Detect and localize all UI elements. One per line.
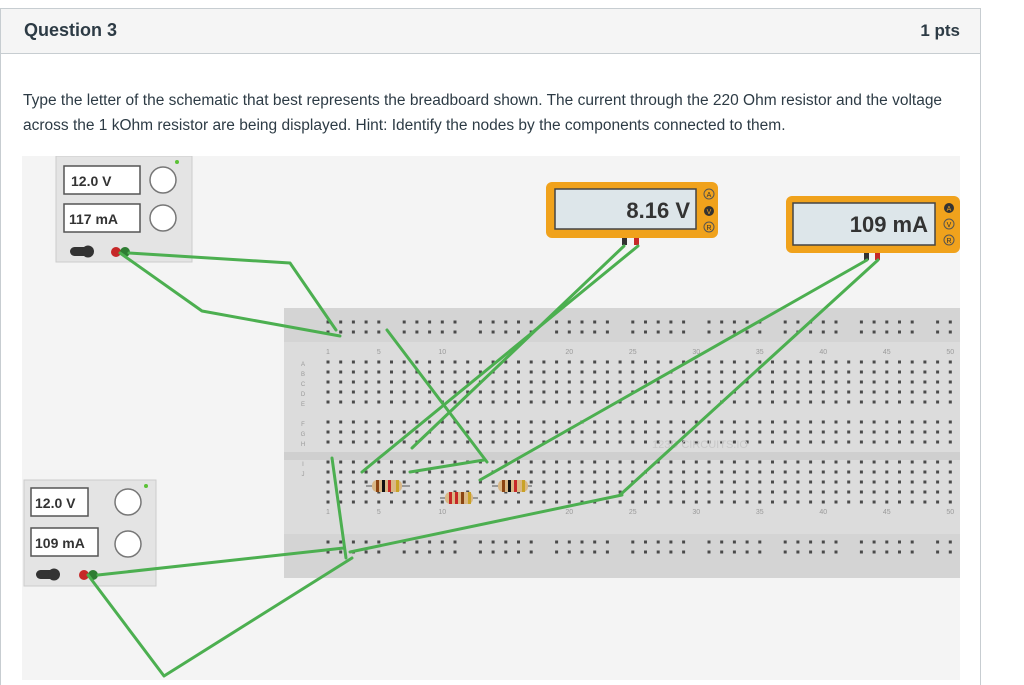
ammeter-mode-r-label: R bbox=[946, 238, 951, 245]
voltmeter-reading: 8.16 V bbox=[626, 198, 690, 223]
question-prompt: Type the letter of the schematic that be… bbox=[23, 92, 943, 134]
top-row-label: C bbox=[301, 382, 306, 388]
ps-bottom-current: 109 mA bbox=[35, 535, 85, 551]
bottom-row-label: F bbox=[301, 422, 305, 428]
bottom-col-label: 35 bbox=[756, 509, 764, 516]
power-supply-top: 12.0 V 117 mA bbox=[55, 156, 193, 263]
top-col-label: 40 bbox=[819, 349, 827, 356]
circuit-svg: 123D CIRCUITS.IO 1 5 10 20 25 30 35 40 45 50 1 5 10 2… bbox=[23, 156, 960, 678]
question-points: 1 pts bbox=[920, 21, 960, 40]
top-col-label: 1 bbox=[326, 349, 330, 356]
voltmeter-pos-probe-icon bbox=[634, 238, 639, 245]
ammeter-reading: 109 mA bbox=[850, 212, 928, 237]
ps-top-voltage: 12.0 V bbox=[71, 173, 112, 189]
breadboard-circuit-image: 123D CIRCUITS.IO 1 5 10 20 25 30 35 40 45 50 1 5 10 2… bbox=[22, 156, 960, 680]
bottom-col-label: 50 bbox=[946, 509, 954, 516]
bottom-row-label: J bbox=[302, 472, 305, 478]
ps-top-voltage-knob-icon[interactable] bbox=[149, 166, 177, 194]
top-row-label: A bbox=[301, 362, 305, 368]
breadboard-brand: 123D CIRCUITS.IO bbox=[652, 439, 748, 451]
ps-bottom-led-icon bbox=[144, 484, 148, 488]
top-col-label: 50 bbox=[946, 349, 954, 356]
top-row-label: D bbox=[301, 392, 306, 398]
top-power-rail bbox=[284, 308, 960, 342]
bottom-col-label: 40 bbox=[819, 509, 827, 516]
bottom-col-label: 1 bbox=[326, 509, 330, 516]
ps-top-current: 117 mA bbox=[69, 211, 118, 227]
voltmeter-mode-v-label: V bbox=[707, 209, 712, 216]
question-title: Question 3 bbox=[24, 20, 118, 40]
bottom-row-label: G bbox=[301, 432, 306, 438]
ps-bottom-current-knob-icon[interactable] bbox=[114, 530, 142, 558]
top-col-label: 10 bbox=[438, 349, 446, 356]
voltmeter-mode-r-label: R bbox=[706, 225, 711, 232]
ps-top-current-knob-icon[interactable] bbox=[149, 204, 177, 232]
bottom-col-label: 30 bbox=[692, 509, 700, 516]
top-col-label: 20 bbox=[565, 349, 573, 356]
bottom-row-label: H bbox=[301, 442, 305, 448]
ammeter: 109 mA A V R bbox=[786, 196, 960, 260]
ps-top-led-icon bbox=[175, 160, 179, 164]
ammeter-mode-v-label: V bbox=[947, 222, 952, 229]
bottom-col-label: 45 bbox=[883, 509, 891, 516]
top-col-label: 5 bbox=[377, 349, 381, 356]
bottom-col-label: 25 bbox=[629, 509, 637, 516]
ps-bottom-voltage: 12.0 V bbox=[35, 495, 76, 511]
bottom-power-rail bbox=[284, 534, 960, 578]
top-row-label: E bbox=[301, 402, 305, 408]
bottom-col-label: 20 bbox=[565, 509, 573, 516]
bottom-col-label: 10 bbox=[438, 509, 446, 516]
ps-bottom-voltage-knob-icon[interactable] bbox=[114, 488, 142, 516]
top-row-label: B bbox=[301, 372, 305, 378]
top-col-label: 35 bbox=[756, 349, 764, 356]
bottom-col-label: 5 bbox=[377, 509, 381, 516]
question-header: Question 3 1 pts bbox=[1, 9, 980, 54]
top-col-label: 45 bbox=[883, 349, 891, 356]
ammeter-mode-a-label: A bbox=[947, 206, 952, 213]
voltmeter: 8.16 V A V R bbox=[546, 182, 718, 245]
voltmeter-mode-a-label: A bbox=[707, 192, 712, 199]
voltmeter-com-probe-icon bbox=[622, 238, 627, 245]
top-col-label: 25 bbox=[629, 349, 637, 356]
